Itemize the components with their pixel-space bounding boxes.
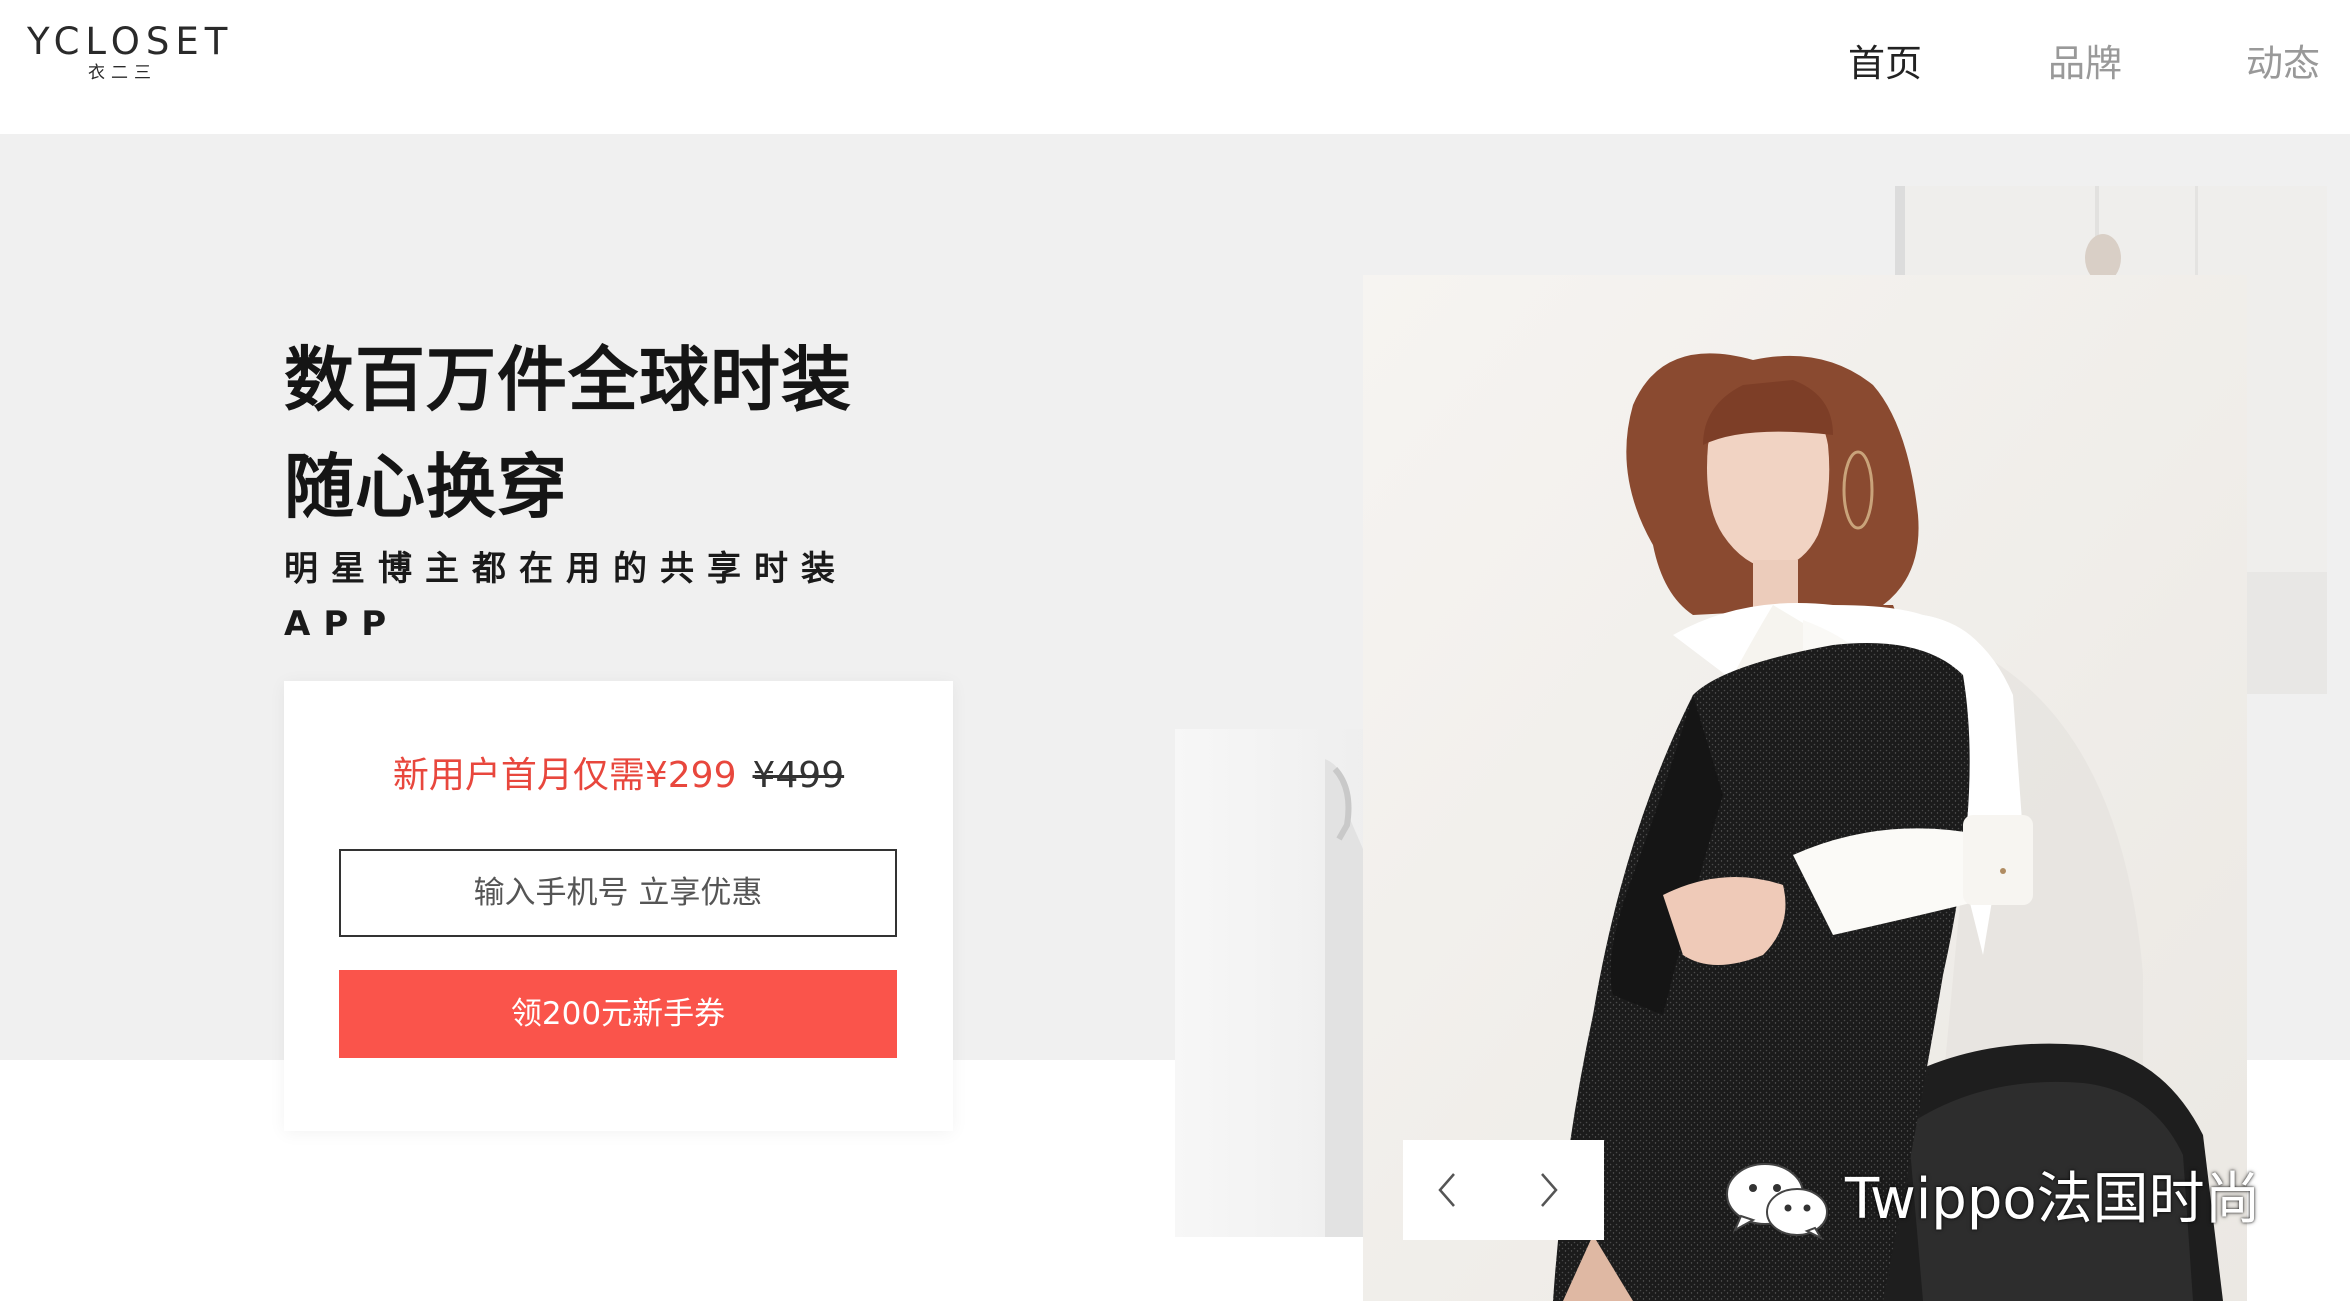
page: YCLOSET 衣二三 首页 品牌 动态 数百万件全球时装 随心换穿 明星博主都… (0, 0, 2350, 1314)
hero-headline: 数百万件全球时装 (284, 339, 852, 421)
chevron-right-icon (1541, 1173, 1558, 1207)
offer-line: 新用户首月仅需¥299 ¥499 (284, 751, 953, 801)
hero-subtitle: 明星博主都在用的共享时装 (284, 549, 848, 589)
site-header: YCLOSET 衣二三 首页 品牌 动态 (0, 0, 2350, 134)
offer-old-price: ¥499 (752, 755, 845, 796)
logo-subtitle: 衣二三 (88, 63, 157, 83)
nav-home[interactable]: 首页 (1848, 36, 1922, 92)
nav-brands[interactable]: 品牌 (2048, 36, 2122, 92)
offer-new-price: 新用户首月仅需¥299 (392, 755, 737, 796)
watermark-text: Twippo法国时尚 (1845, 1167, 2261, 1232)
nav-news[interactable]: 动态 (2246, 36, 2320, 92)
slider-prev-button[interactable] (1418, 1160, 1478, 1220)
hero-headline-2: 随心换穿 (284, 446, 568, 528)
wechat-icon (1726, 1163, 1828, 1240)
ycloset-logo[interactable]: YCLOSET 衣二三 (27, 22, 227, 86)
background-photo-left (1175, 729, 1375, 1237)
get-coupon-button[interactable]: 领200元新手券 (339, 970, 897, 1058)
logo-wordmark: YCLOSET (27, 20, 234, 63)
signup-card: 新用户首月仅需¥299 ¥499 领200元新手券 (284, 681, 953, 1131)
chevron-left-icon (1438, 1173, 1455, 1207)
wechat-watermark: Twippo法国时尚 (1723, 1160, 2261, 1240)
phone-input[interactable] (339, 849, 897, 937)
hero-subtitle-2: APP (284, 604, 400, 644)
background-photo-left-art (1325, 759, 1363, 1237)
slider-next-button[interactable] (1518, 1160, 1578, 1220)
slider-controls (1403, 1140, 1604, 1240)
